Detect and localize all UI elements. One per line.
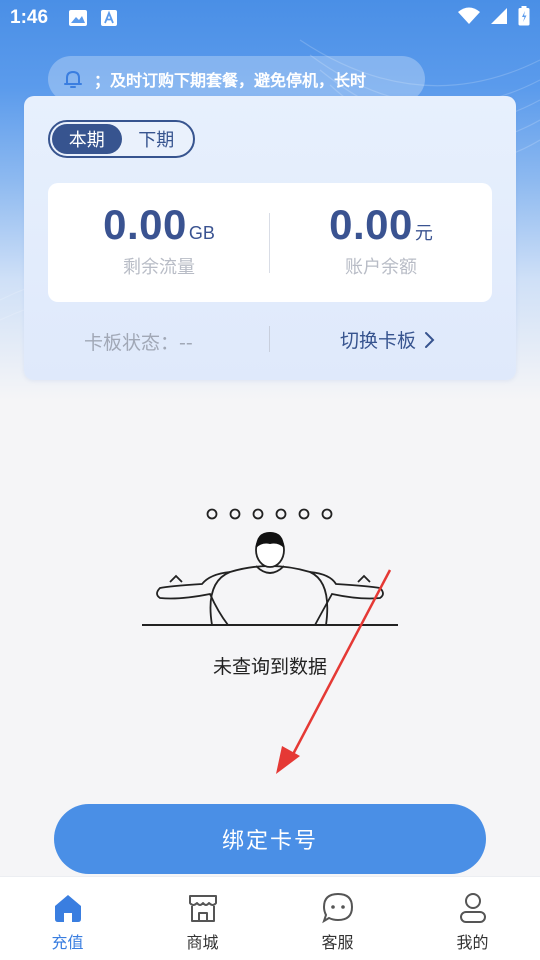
card-footer: 卡板状态：-- 切换卡板	[24, 322, 516, 362]
home-icon	[54, 895, 81, 922]
balance-value: 0.00	[329, 201, 413, 248]
nav-label-recharge: 充值	[51, 933, 84, 952]
balance-stat: 0.00 元 账户余额	[270, 201, 492, 279]
bell-icon	[62, 68, 84, 90]
switch-board-label: 切换卡板	[340, 330, 417, 352]
balance-unit: 元	[414, 223, 433, 243]
data-remaining-unit: GB	[188, 223, 215, 243]
image-notification-icon	[68, 9, 88, 27]
chevron-right-icon	[425, 331, 435, 348]
signal-icon	[490, 7, 508, 29]
data-remaining-stat: 0.00 GB 剩余流量	[48, 201, 270, 279]
nav-label-profile: 我的	[456, 933, 489, 952]
status-time: 1:46	[10, 7, 49, 28]
store-icon	[188, 895, 217, 922]
bind-card-button[interactable]: 绑定卡号	[54, 804, 486, 874]
tab-current-period[interactable]: 本期	[52, 124, 122, 154]
status-bar: 1:46	[0, 0, 540, 36]
nav-item-recharge[interactable]: 充值	[0, 877, 135, 960]
plan-card: 本期 下期 0.00 GB 剩余流量 0.00 元 账户余额 卡板状态：-- 切…	[24, 96, 516, 380]
bottom-nav: 充值 商城 客服 我的	[0, 876, 540, 960]
nav-item-profile[interactable]: 我的	[405, 877, 540, 960]
nav-item-store[interactable]: 商城	[135, 877, 270, 960]
period-toggle: 本期 下期	[48, 120, 195, 158]
annotation-arrow	[276, 569, 392, 774]
stats-card: 0.00 GB 剩余流量 0.00 元 账户余额	[48, 183, 492, 302]
app-notification-icon	[100, 9, 118, 27]
nav-label-store: 商城	[186, 933, 219, 952]
notice-text: ；及时订购下期套餐，避免停机，长时	[94, 71, 367, 90]
nav-label-support: 客服	[321, 933, 354, 952]
tab-next-period[interactable]: 下期	[122, 124, 192, 154]
chat-icon	[321, 892, 353, 924]
data-remaining-label: 剩余流量	[123, 257, 195, 278]
data-remaining-value: 0.00	[103, 201, 187, 248]
balance-label: 账户余额	[345, 257, 417, 278]
nav-item-support[interactable]: 客服	[270, 877, 405, 960]
user-icon	[459, 893, 486, 923]
battery-icon	[518, 6, 530, 30]
wifi-icon	[458, 7, 480, 29]
board-status: 卡板状态：--	[84, 332, 193, 354]
switch-board-button[interactable]: 切换卡板	[340, 326, 436, 353]
footer-divider	[269, 326, 270, 352]
